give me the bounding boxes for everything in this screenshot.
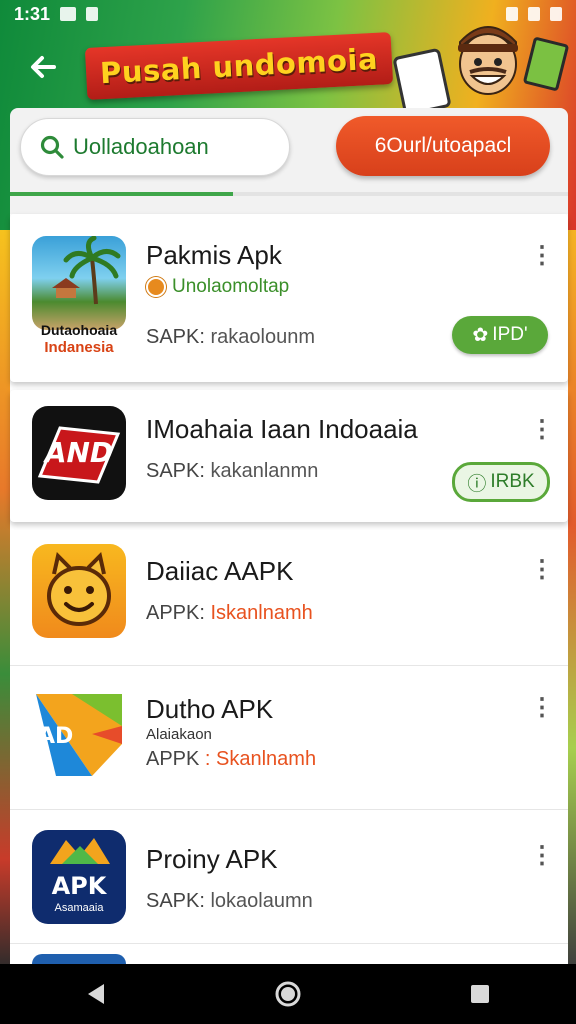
app-mini-text: Alaiakaon (146, 726, 212, 743)
apk-label: SAPK: (146, 460, 205, 482)
app-subtitle: SAPK: rakaolounm (146, 326, 315, 349)
palm-tree-icon (52, 236, 121, 305)
app-icon (32, 954, 126, 964)
nav-recents-icon (471, 985, 489, 1003)
gear-icon: ✿ (472, 324, 489, 346)
icon-caption-secondary: Indanesia (44, 339, 114, 356)
app-icon: AND (32, 406, 126, 500)
app-subtitle: SAPK: lokaolaumn (146, 890, 313, 913)
app-logo-icon (50, 838, 110, 864)
list-item[interactable]: AND IMoahaia Iaan Indoaaia SAPK: kakanla… (10, 390, 568, 522)
nav-home-button[interactable] (268, 974, 308, 1014)
nav-recents-button[interactable] (460, 974, 500, 1014)
apk-label: APPK: (146, 602, 205, 624)
page-title: Pusah undomoia (99, 41, 379, 91)
search-input[interactable]: Uolladoahoan (20, 118, 290, 176)
app-subtitle: SAPK: kakanlanmn (146, 460, 318, 483)
list-item[interactable]: Daiiac AAPK APPK: Iskanlnamh ⋮ (10, 530, 568, 666)
system-navigation-bar (0, 964, 576, 1024)
install-button[interactable]: ✿ IPD' (452, 316, 548, 354)
nav-home-icon (275, 981, 301, 1007)
more-options-icon[interactable]: ⋮ (530, 694, 554, 722)
mascot-illustration (458, 26, 518, 95)
back-arrow-icon (31, 56, 56, 78)
app-logo-text: AND (44, 436, 114, 469)
apk-label: SAPK: (146, 326, 205, 348)
more-options-icon[interactable]: ⋮ (530, 242, 554, 270)
apk-label: SAPK: (146, 890, 205, 912)
apk-value: kakanlanmn (204, 460, 319, 482)
nav-back-icon (88, 984, 104, 1004)
app-logo-text: AD (38, 724, 74, 749)
app-title: Dutho APK (146, 694, 274, 724)
icon-caption: Dutaohoaia (40, 322, 118, 338)
apk-label: APPK (146, 748, 200, 770)
apk-value: lokaolaumn (204, 890, 313, 912)
cat-face-icon (47, 552, 111, 626)
nav-back-button[interactable] (76, 974, 116, 1014)
battery-icon (550, 7, 562, 21)
app-list: Dutaohoaia Indanesia Pakmis Apk Unolaomo… (10, 214, 568, 964)
app-icon: APK Asamaaia (32, 830, 126, 924)
status-time: 1:31 (14, 3, 51, 24)
list-item[interactable]: APK Asamaaia Proiny APK SAPK: lokaolaumn… (10, 810, 568, 944)
more-options-icon[interactable]: ⋮ (530, 556, 554, 584)
back-button[interactable] (26, 50, 60, 84)
apk-value: : Skanlnamh (199, 748, 317, 770)
info-icon: ⓘ (467, 473, 487, 495)
progress-bar (10, 192, 568, 196)
apk-value: rakaolounm (204, 326, 315, 348)
more-options-icon[interactable]: ⋮ (530, 842, 554, 870)
app-icon: AD (32, 686, 126, 780)
list-item-partial[interactable] (10, 944, 568, 964)
app-subtitle: APPK: Iskanlnamh (146, 602, 313, 625)
more-options-icon[interactable]: ⋮ (530, 416, 554, 444)
install-button-label: IRBK (490, 471, 535, 492)
download-button[interactable]: 6Ourl/utoapacl (336, 116, 550, 176)
app-title: IMoahaia Iaan Indoaaia (146, 414, 418, 444)
notification-icon (60, 7, 77, 21)
icon-caption: Asamaaia (54, 902, 104, 914)
apk-value: Iskanlnamh (204, 602, 313, 624)
app-notification-icon (86, 7, 99, 21)
install-button-label: IPD' (492, 324, 528, 345)
app-logo-text: APK (51, 872, 107, 900)
list-item[interactable]: AD Dutho APK Alaiakaon APPK : Skanlnamh … (10, 666, 568, 810)
app-subtitle: APPK : Skanlnamh (146, 748, 316, 771)
search-text: Uolladoahoan (73, 134, 209, 159)
install-button[interactable]: ⓘ IRBK (452, 462, 550, 502)
progress-fill (10, 192, 234, 196)
app-title: Pakmis Apk (146, 240, 282, 270)
app-title: Proiny APK (146, 844, 278, 874)
app-icon (32, 236, 126, 330)
list-item[interactable]: Dutaohoaia Indanesia Pakmis Apk Unolaomo… (10, 214, 568, 382)
app-icon (32, 544, 126, 638)
coin-icon (146, 277, 166, 297)
search-icon (40, 135, 64, 159)
app-tag: Unolaomoltap (146, 276, 289, 298)
app-tag-text: Unolaomoltap (172, 276, 290, 297)
app-title: Daiiac AAPK (146, 556, 294, 586)
